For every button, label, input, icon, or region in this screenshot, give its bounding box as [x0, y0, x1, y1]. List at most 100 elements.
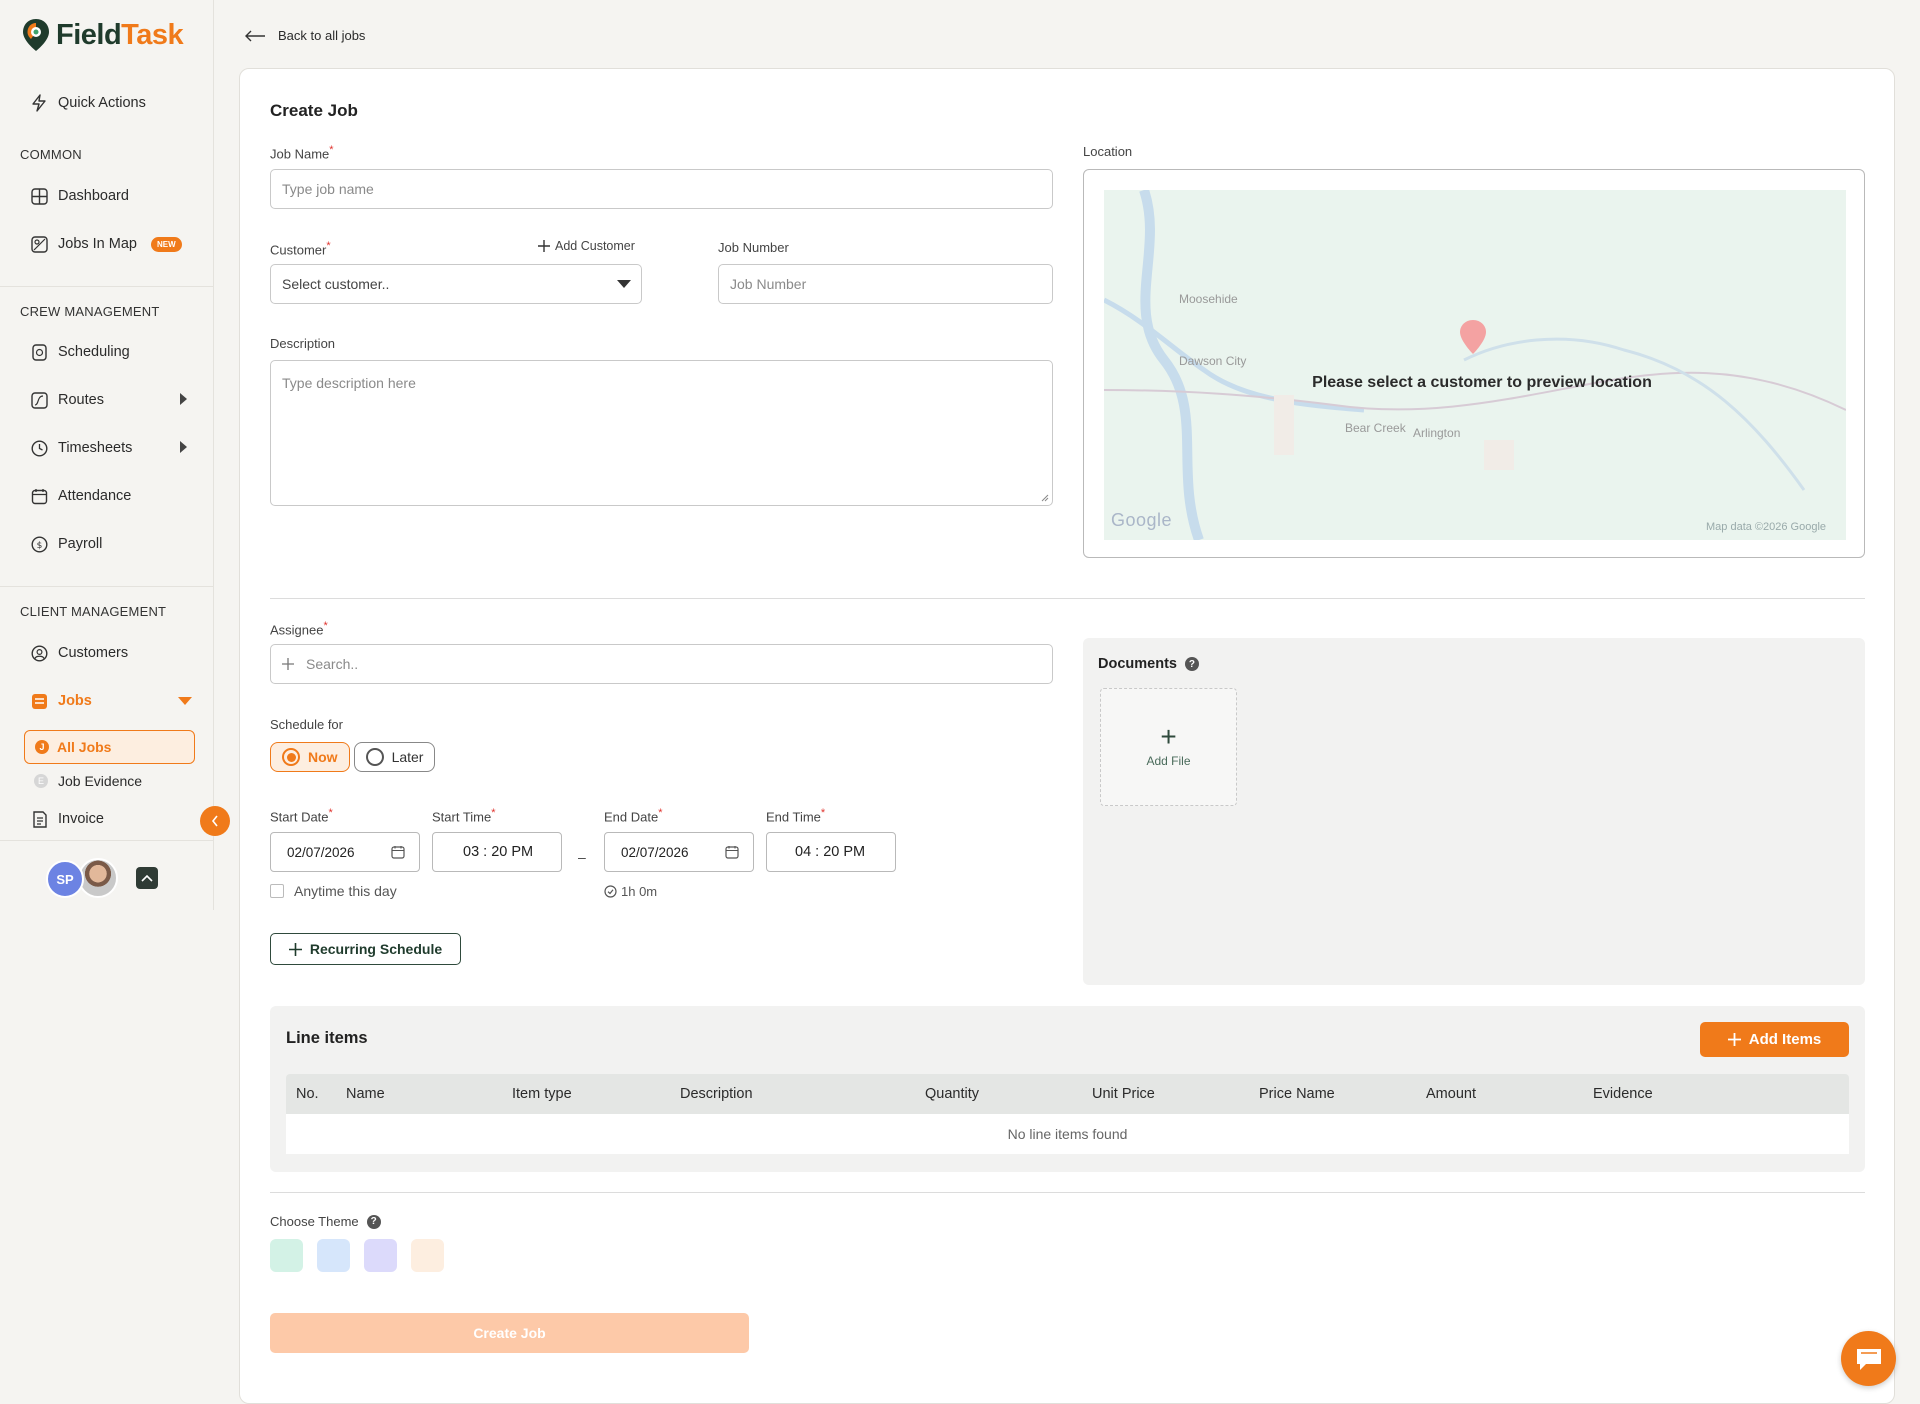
calendar-icon[interactable]: [391, 845, 405, 859]
theme-swatch-blue[interactable]: [317, 1239, 350, 1272]
invoice-icon: [30, 810, 48, 828]
page-title: Create Job: [270, 101, 358, 120]
jobs-icon: [30, 692, 48, 710]
description-textarea[interactable]: Type description here: [270, 360, 1053, 506]
invoice-label: Invoice: [58, 811, 104, 827]
start-time-value: 03 : 20 PM: [463, 844, 534, 860]
collapse-sidebar-button[interactable]: [200, 806, 230, 836]
calendar-check-icon: [30, 487, 48, 505]
add-customer-button[interactable]: Add Customer: [538, 239, 635, 253]
end-date-label: End Date*: [604, 807, 663, 825]
clock-check-icon: [604, 885, 617, 898]
sidebar-item-attendance[interactable]: Attendance: [30, 483, 131, 509]
create-job-button[interactable]: Create Job: [270, 1313, 749, 1353]
avatar-photo[interactable]: [78, 858, 118, 898]
customer-label: Customer*: [270, 240, 331, 258]
choose-theme-label: Choose Theme ?: [270, 1214, 381, 1229]
routes-icon: [30, 391, 48, 409]
add-file-label: Add File: [1146, 754, 1191, 768]
payroll-label: Payroll: [58, 536, 103, 552]
schedule-for-label: Schedule for: [270, 717, 343, 732]
radio-dot: [282, 748, 300, 766]
chevron-up-icon: [141, 874, 153, 882]
add-items-button[interactable]: Add Items: [1700, 1022, 1849, 1057]
jobs-label: Jobs: [58, 693, 92, 709]
documents-title: Documents ?: [1098, 656, 1199, 672]
theme-swatch-lavender[interactable]: [364, 1239, 397, 1272]
chat-button[interactable]: [1841, 1331, 1896, 1386]
expand-up-button[interactable]: [136, 867, 158, 889]
jobs-in-map-label: Jobs In Map: [58, 236, 137, 252]
attendance-label: Attendance: [58, 488, 132, 504]
sidebar-item-job-evidence[interactable]: E Job Evidence: [34, 773, 142, 789]
map-canvas[interactable]: Moosehide Dawson City Bear Creek Arlingt…: [1104, 190, 1846, 540]
back-link-label: Back to all jobs: [278, 28, 366, 43]
add-items-label: Add Items: [1748, 1031, 1822, 1048]
help-icon[interactable]: ?: [1184, 657, 1199, 671]
section-client-management: CLIENT MANAGEMENT: [20, 604, 167, 619]
customer-select[interactable]: Select customer..: [270, 264, 642, 304]
chevron-left-icon: [211, 815, 218, 827]
dollar-coin-icon: $: [30, 535, 48, 553]
sidebar-divider: [0, 586, 214, 587]
theme-swatch-peach[interactable]: [411, 1239, 444, 1272]
routes-label: Routes: [58, 392, 104, 408]
sidebar-item-scheduling[interactable]: Scheduling: [30, 339, 130, 365]
caret-down-icon: [178, 697, 192, 705]
sidebar-item-jobs-in-map[interactable]: Jobs In Map NEW: [30, 231, 182, 257]
clock-icon: [30, 439, 48, 457]
map-label-moosehide: Moosehide: [1179, 292, 1238, 306]
assignee-search-input[interactable]: Search..: [270, 644, 1053, 684]
job-number-input[interactable]: Job Number: [718, 264, 1053, 304]
line-items-title: Line items: [286, 1029, 368, 1047]
sidebar-item-jobs[interactable]: Jobs: [30, 688, 192, 714]
anytime-checkbox[interactable]: Anytime this day: [270, 883, 397, 899]
dashboard-grid-icon: [30, 187, 48, 205]
start-time-input[interactable]: 03 : 20 PM: [432, 832, 562, 872]
job-name-input[interactable]: Type job name: [270, 169, 1053, 209]
sidebar-item-timesheets[interactable]: Timesheets: [30, 435, 187, 461]
column-header-quantity: Quantity: [925, 1086, 979, 1102]
quick-actions-label: Quick Actions: [58, 95, 146, 111]
sidebar-item-invoice[interactable]: Invoice: [30, 806, 104, 832]
sidebar-item-routes[interactable]: Routes: [30, 387, 187, 413]
checkbox-box[interactable]: [270, 884, 284, 898]
theme-swatch-mint[interactable]: [270, 1239, 303, 1272]
start-date-input[interactable]: 02/07/2026: [270, 832, 420, 872]
help-icon[interactable]: ?: [366, 1214, 381, 1229]
svg-text:$: $: [36, 541, 42, 551]
section-crew-management: CREW MANAGEMENT: [20, 304, 160, 319]
user-circle-icon: [30, 644, 48, 662]
location-map[interactable]: Moosehide Dawson City Bear Creek Arlingt…: [1083, 169, 1865, 558]
avatar-initials[interactable]: SP: [46, 860, 84, 898]
job-evidence-dot-icon: E: [34, 774, 48, 788]
caret-right-icon: [180, 393, 187, 405]
sidebar-item-customers[interactable]: Customers: [30, 640, 128, 666]
column-header-name: Name: [346, 1086, 385, 1102]
anytime-label: Anytime this day: [294, 883, 397, 899]
column-header-no: No.: [296, 1086, 319, 1102]
quick-actions-item[interactable]: Quick Actions: [30, 90, 146, 116]
job-number-label: Job Number: [718, 240, 789, 255]
schedule-now-radio[interactable]: Now: [270, 742, 350, 772]
resize-handle-icon[interactable]: [1041, 494, 1049, 502]
section-divider: [270, 1192, 1865, 1193]
recurring-schedule-button[interactable]: Recurring Schedule: [270, 933, 461, 965]
schedule-later-radio[interactable]: Later: [353, 742, 436, 772]
back-to-jobs-link[interactable]: Back to all jobs: [244, 28, 365, 43]
sidebar-divider: [0, 286, 214, 287]
new-badge: NEW: [151, 236, 182, 252]
sidebar-item-dashboard[interactable]: Dashboard: [30, 183, 129, 209]
sidebar-item-payroll[interactable]: $ Payroll: [30, 531, 102, 557]
brand-name: FieldTask: [56, 18, 184, 51]
map-label-dawson-city: Dawson City: [1179, 354, 1247, 368]
end-time-input[interactable]: 04 : 20 PM: [766, 832, 896, 872]
end-date-input[interactable]: 02/07/2026: [604, 832, 754, 872]
calendar-icon[interactable]: [725, 845, 739, 859]
map-label-arlington: Arlington: [1413, 426, 1461, 440]
brand-logo[interactable]: FieldTask: [22, 18, 184, 52]
location-label: Location: [1083, 144, 1133, 159]
duration-indicator: 1h 0m: [604, 884, 657, 899]
add-file-button[interactable]: + Add File: [1100, 688, 1237, 806]
sidebar-item-all-jobs[interactable]: J All Jobs: [24, 730, 195, 764]
